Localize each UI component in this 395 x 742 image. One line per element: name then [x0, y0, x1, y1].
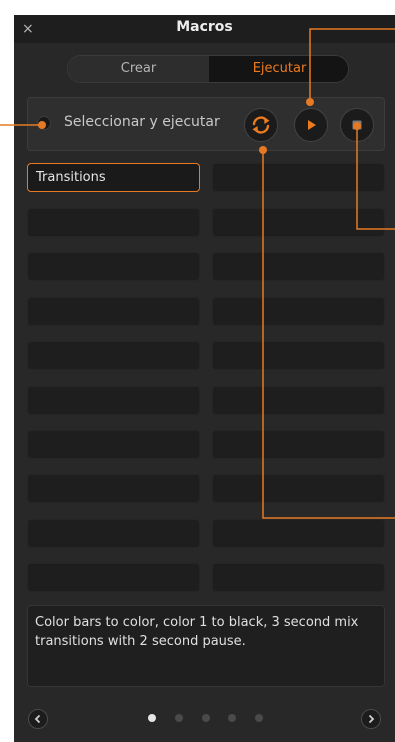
callout-line-play [309, 28, 395, 102]
callout-dot-stop [353, 122, 361, 130]
callout-line-stop [356, 126, 395, 230]
callout-line-loop [262, 150, 395, 519]
callout-dot-radio [38, 121, 46, 129]
callout-dot-loop [259, 146, 267, 154]
callout-dot-play [306, 98, 314, 106]
callout-lines [0, 28, 395, 519]
